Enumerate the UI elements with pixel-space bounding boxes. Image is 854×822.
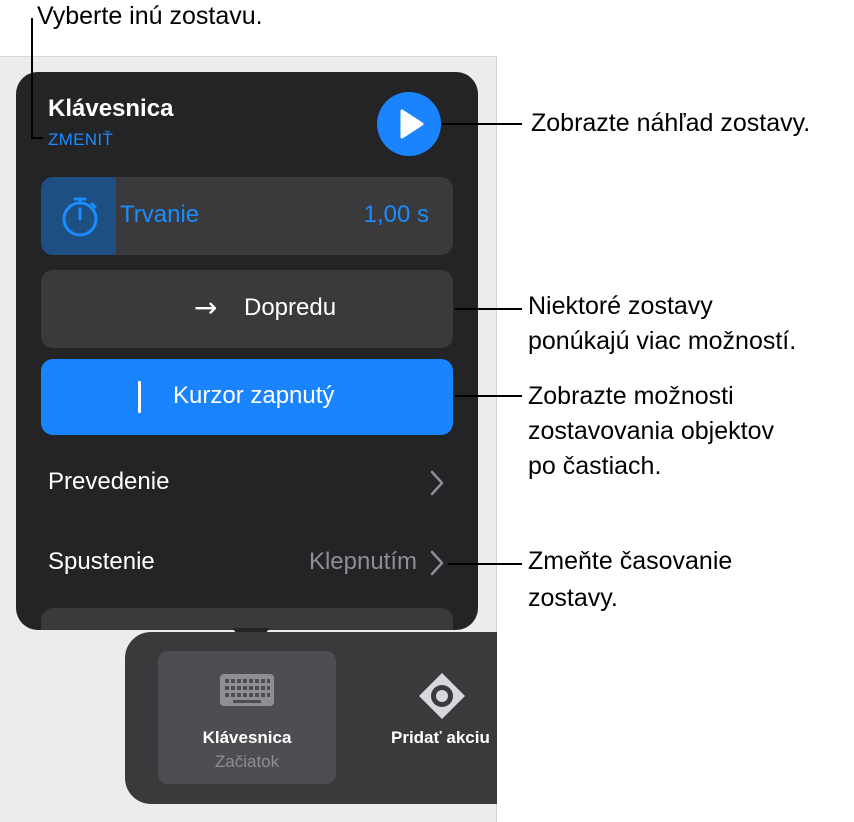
chevron-right-icon (430, 470, 444, 496)
leader-line-choose (31, 18, 33, 139)
callout-timing-2: zostavy. (528, 584, 618, 612)
build-popover: Klávesnica ZMENIŤ Trvanie 1,00 s → Dopre… (16, 72, 478, 630)
add-action-item[interactable]: Pridať akciu (365, 651, 497, 784)
callout-build-options-3: po častiach. (528, 452, 662, 480)
direction-button[interactable]: → Dopredu (41, 270, 453, 348)
keyboard-build-label: Klávesnica (202, 728, 292, 747)
duration-label: Trvanie (120, 201, 200, 228)
chevron-right-icon (430, 550, 444, 576)
build-toolbar: Klávesnica Začiatok Pridať akciu (125, 632, 497, 804)
stopwatch-icon (62, 197, 98, 237)
add-action-icon (419, 673, 465, 719)
callout-more-options-1: Niektoré zostavy (528, 292, 713, 320)
start-value: Klepnutím (308, 548, 417, 575)
cursor-on-button[interactable]: Kurzor zapnutý (41, 359, 453, 435)
text-cursor-icon (138, 381, 141, 413)
change-build-link[interactable]: ZMENIŤ (48, 130, 113, 150)
duration-control[interactable]: Trvanie 1,00 s (41, 177, 453, 255)
direction-label: Dopredu (244, 294, 337, 321)
delivery-label: Prevedenie (48, 468, 170, 495)
callout-choose-build: Vyberte inú zostavu. (37, 2, 263, 30)
callout-more-options-2: ponúkajú viac možností. (528, 327, 797, 355)
cursor-label: Kurzor zapnutý (173, 382, 335, 409)
keyboard-build-sub: Začiatok (214, 752, 280, 771)
leader-line-choose-tick (31, 137, 43, 139)
keyboard-icon (220, 674, 274, 706)
leader-line-preview (442, 123, 522, 125)
callout-preview: Zobrazte náhľad zostavy. (531, 109, 811, 137)
arrow-right-icon: → (194, 291, 218, 324)
play-icon (400, 109, 424, 139)
add-action-label: Pridať akciu (391, 728, 490, 747)
next-option-row[interactable] (41, 608, 453, 630)
leader-line-build (455, 395, 522, 397)
duration-value: 1,00 s (363, 201, 429, 228)
callout-build-options-1: Zobrazte možnosti (528, 382, 734, 410)
start-row[interactable]: Spustenie Klepnutím (16, 532, 478, 592)
build-title: Klávesnica (48, 95, 174, 122)
leader-line-options (455, 308, 522, 310)
leader-line-timing (448, 563, 522, 565)
callout-build-options-2: zostavovania objektov (528, 417, 774, 445)
callout-timing-1: Zmeňte časovanie (528, 547, 733, 575)
preview-play-button[interactable] (377, 92, 441, 156)
start-label: Spustenie (48, 548, 155, 575)
delivery-row[interactable]: Prevedenie (16, 452, 478, 512)
keyboard-build-item[interactable]: Klávesnica Začiatok (158, 651, 336, 784)
